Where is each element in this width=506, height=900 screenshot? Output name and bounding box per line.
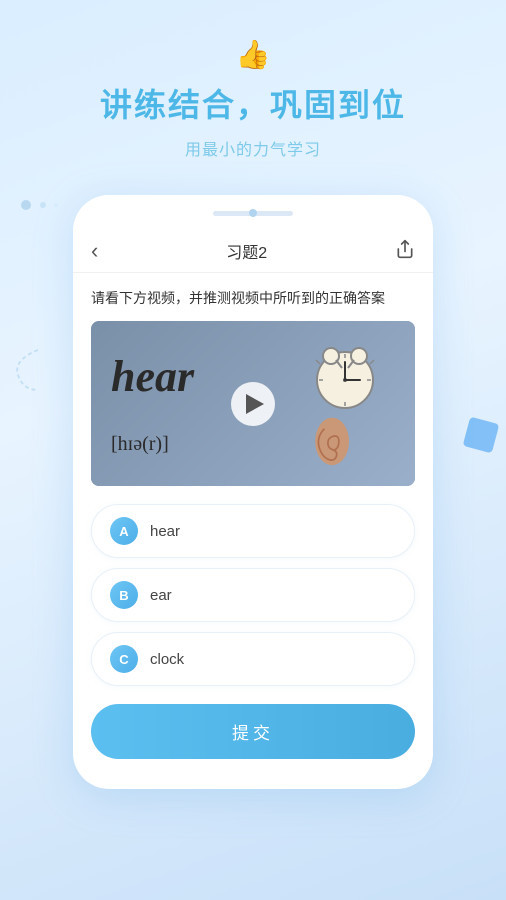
main-title: 讲练结合，巩固到位 <box>0 80 506 126</box>
option-c[interactable]: C clock <box>91 632 415 686</box>
share-button[interactable] <box>395 239 415 264</box>
clock-illustration <box>305 336 385 416</box>
phone-camera <box>249 209 257 217</box>
header-section: 讲练结合，巩固到位 用最小的力气学习 <box>0 0 506 180</box>
play-icon <box>246 394 264 414</box>
sub-title: 用最小的力气学习 <box>0 136 506 160</box>
option-a[interactable]: A hear <box>91 504 415 558</box>
options-list: A hear B ear C clock <box>91 504 415 686</box>
phone-top <box>73 195 433 228</box>
option-badge-a: A <box>110 517 138 545</box>
video-background: hear [hɪə(r)] <box>91 321 415 486</box>
play-button[interactable] <box>231 382 275 426</box>
nav-bar: ‹ 习题2 <box>73 228 433 273</box>
option-badge-b: B <box>110 581 138 609</box>
option-text-a: hear <box>150 523 180 540</box>
decoration-box <box>463 417 500 454</box>
question-text: 请看下方视频，并推测视频中所听到的正确答案 <box>91 287 415 309</box>
decoration-dots <box>18 195 68 215</box>
decoration-star: 👍 <box>236 38 271 71</box>
video-phonetic: [hɪə(r)] <box>111 433 169 456</box>
phone-mockup: ‹ 习题2 请看下方视频，并推测视频中所听到的正确答案 hear [hɪə(r)… <box>73 195 433 789</box>
option-text-c: clock <box>150 651 184 668</box>
submit-button[interactable]: 提交 <box>91 704 415 759</box>
decoration-spiral <box>8 340 48 410</box>
option-badge-c: C <box>110 645 138 673</box>
content-area: 请看下方视频，并推测视频中所听到的正确答案 hear [hɪə(r)] <box>73 273 433 686</box>
back-button[interactable]: ‹ <box>91 238 98 264</box>
ear-illustration <box>305 416 360 471</box>
video-word: hear <box>111 351 194 402</box>
option-text-b: ear <box>150 587 172 604</box>
video-player[interactable]: hear [hɪə(r)] <box>91 321 415 486</box>
nav-title: 习题2 <box>226 239 267 263</box>
option-b[interactable]: B ear <box>91 568 415 622</box>
